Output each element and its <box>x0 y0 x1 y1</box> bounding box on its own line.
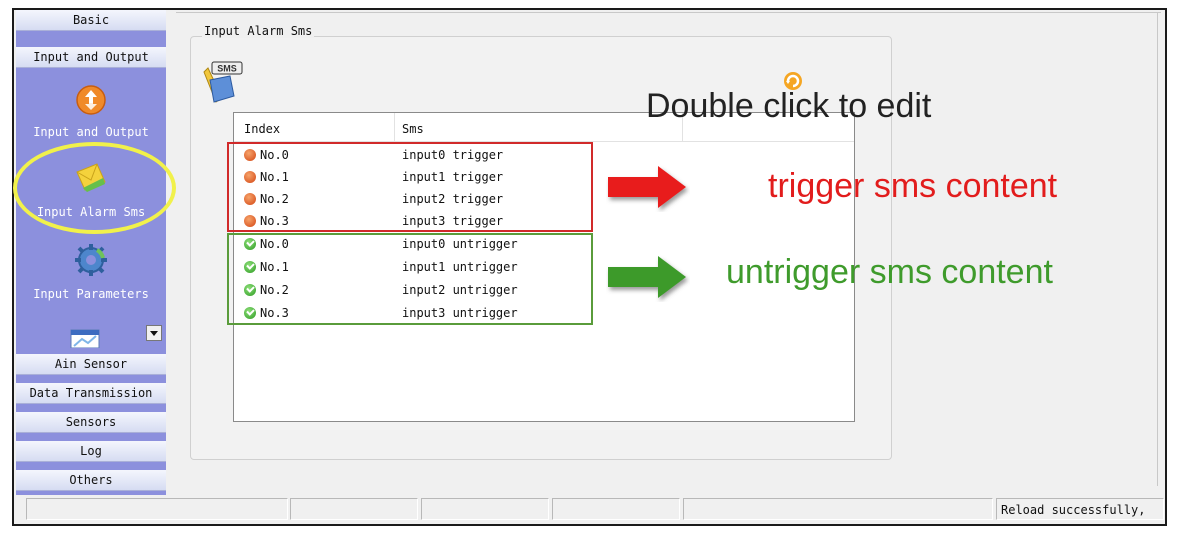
row-sms[interactable]: input3 trigger <box>402 210 503 232</box>
sms-envelope-icon <box>16 160 166 199</box>
status-message: Reload successfully, <box>996 498 1164 520</box>
sidebar-item-label: Input Alarm Sms <box>36 205 146 219</box>
row-sms[interactable]: input3 untrigger <box>402 302 518 324</box>
sidebar-item-more[interactable] <box>16 324 166 351</box>
row-sms[interactable]: input1 untrigger <box>402 256 518 278</box>
sidebar-item-input-parameters[interactable]: Input Parameters <box>16 242 166 301</box>
row-index: No.3 <box>260 214 289 228</box>
window-icon <box>70 328 100 351</box>
status-cell <box>421 498 549 520</box>
table-row[interactable]: No.1 input1 trigger <box>234 166 854 188</box>
row-sms[interactable]: input2 untrigger <box>402 279 518 301</box>
untrigger-state-icon <box>244 261 256 273</box>
io-arrows-icon <box>16 84 166 119</box>
sidebar-tab-sensors[interactable]: Sensors <box>16 412 166 433</box>
sidebar-tab-input-and-output[interactable]: Input and Output <box>16 47 166 68</box>
sms-icon: SMS <box>200 58 250 110</box>
green-arrow-icon <box>608 256 686 298</box>
red-arrow-icon <box>608 166 686 208</box>
untrigger-state-icon <box>244 284 256 296</box>
sidebar-tab-others[interactable]: Others <box>16 470 166 491</box>
group-title: Input Alarm Sms <box>202 24 315 38</box>
table-row[interactable]: No.2 input2 trigger <box>234 188 854 210</box>
column-divider[interactable] <box>394 113 395 141</box>
table-row[interactable]: No.3 input3 trigger <box>234 210 854 232</box>
row-index: No.0 <box>260 237 289 251</box>
row-index: No.1 <box>260 260 289 274</box>
row-sms[interactable]: input0 untrigger <box>402 233 518 255</box>
table-row[interactable]: No.0 input0 untrigger <box>234 233 854 255</box>
row-sms[interactable]: input2 trigger <box>402 188 503 210</box>
row-sms[interactable]: input1 trigger <box>402 166 503 188</box>
sidebar-tab-data-transmission[interactable]: Data Transmission <box>16 383 166 404</box>
trigger-state-icon <box>244 149 256 161</box>
trigger-label: trigger sms content <box>768 167 1058 205</box>
row-index: No.1 <box>260 170 289 184</box>
table-row[interactable]: No.0 input0 trigger <box>234 144 854 166</box>
table-row[interactable]: No.3 input3 untrigger <box>234 302 854 324</box>
sidebar-tab-ain-sensor[interactable]: Ain Sensor <box>16 354 166 375</box>
divider <box>1157 12 1158 486</box>
untrigger-state-icon <box>244 238 256 250</box>
sidebar-tab-basic[interactable]: Basic <box>16 10 166 31</box>
gear-icon <box>16 242 166 281</box>
edit-hint: Double click to edit <box>646 87 932 125</box>
row-index: No.2 <box>260 192 289 206</box>
sidebar: Basic Input and Output Input and Output … <box>16 10 166 495</box>
chevron-down-icon <box>150 331 158 336</box>
status-cell <box>683 498 993 520</box>
trigger-state-icon <box>244 171 256 183</box>
status-bar: Reload successfully, <box>26 498 1166 522</box>
column-header-index[interactable]: Index <box>244 113 280 141</box>
sidebar-item-input-and-output[interactable]: Input and Output <box>16 84 166 139</box>
row-index: No.3 <box>260 306 289 320</box>
sidebar-item-label: Input and Output <box>33 125 149 139</box>
scroll-down-button[interactable] <box>146 325 162 341</box>
untrigger-label: untrigger sms content <box>726 253 1053 291</box>
svg-text:SMS: SMS <box>217 64 237 74</box>
row-index: No.2 <box>260 283 289 297</box>
status-cell <box>552 498 680 520</box>
status-cell <box>26 498 288 520</box>
row-index: No.0 <box>260 148 289 162</box>
row-sms[interactable]: input0 trigger <box>402 144 503 166</box>
column-header-sms[interactable]: Sms <box>402 113 424 141</box>
divider <box>176 12 1161 13</box>
sidebar-item-label: Input Parameters <box>33 287 149 301</box>
trigger-state-icon <box>244 193 256 205</box>
status-cell <box>290 498 418 520</box>
untrigger-state-icon <box>244 307 256 319</box>
sidebar-tab-log[interactable]: Log <box>16 441 166 462</box>
sidebar-item-input-alarm-sms[interactable]: Input Alarm Sms <box>16 160 166 219</box>
trigger-state-icon <box>244 215 256 227</box>
